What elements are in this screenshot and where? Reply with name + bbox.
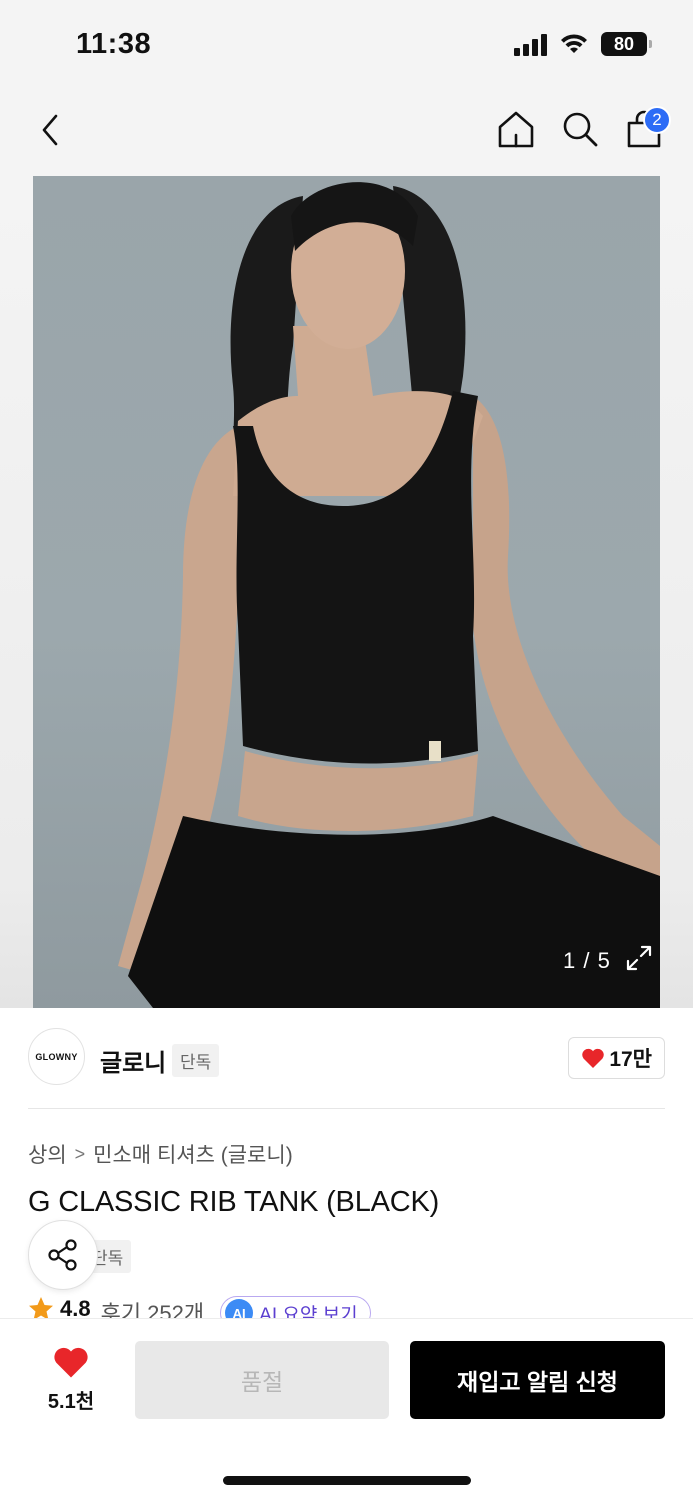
search-icon bbox=[563, 112, 598, 147]
rating-row: 4.8 후기 252개 AI AI 요약 보기 bbox=[28, 1296, 371, 1320]
back-button[interactable] bbox=[28, 108, 72, 152]
battery-icon: 80 bbox=[601, 32, 652, 56]
image-counter: 1 / 5 bbox=[563, 948, 611, 973]
brand-row: GLOWNY 글로니 단독 17만 bbox=[28, 1028, 665, 1088]
search-button[interactable] bbox=[559, 106, 601, 152]
review-count[interactable]: 후기 252개 bbox=[101, 1296, 205, 1320]
brand-like-count: 17만 bbox=[609, 1048, 652, 1071]
brand-logo[interactable]: GLOWNY bbox=[28, 1028, 85, 1085]
expand-icon bbox=[626, 945, 652, 971]
product-image[interactable]: 1 / 5 bbox=[33, 176, 660, 1008]
rating-value: 4.8 bbox=[60, 1296, 91, 1320]
breadcrumb-subcategory[interactable]: 민소매 티셔츠 (글로니) bbox=[93, 1139, 293, 1169]
ai-summary-label: AI 요약 보기 bbox=[259, 1304, 358, 1321]
home-button[interactable] bbox=[495, 106, 537, 152]
ai-summary-button[interactable]: AI AI 요약 보기 bbox=[220, 1296, 371, 1321]
share-icon bbox=[48, 1239, 77, 1271]
home-icon bbox=[498, 111, 534, 148]
expand-image-button[interactable] bbox=[625, 944, 660, 980]
divider bbox=[28, 1108, 665, 1109]
bottom-action-bar: 5.1천 품절 재입고 알림 신청 bbox=[0, 1318, 693, 1500]
chevron-left-icon bbox=[42, 114, 58, 146]
exclusive-tag: 단독 bbox=[172, 1044, 220, 1077]
brand-name[interactable]: 글로니 bbox=[100, 1043, 166, 1078]
model-photo bbox=[118, 182, 660, 1008]
brand-like-button[interactable]: 17만 bbox=[568, 1037, 665, 1079]
cart-button[interactable]: 2 bbox=[623, 106, 671, 152]
wishlist-count: 5.1천 bbox=[47, 1391, 95, 1413]
home-indicator bbox=[223, 1476, 471, 1485]
share-button[interactable] bbox=[28, 1220, 98, 1290]
nav-bar: 2 bbox=[0, 92, 693, 176]
restock-alert-button[interactable]: 재입고 알림 신청 bbox=[410, 1341, 665, 1419]
breadcrumb-category[interactable]: 상의 bbox=[28, 1139, 67, 1169]
wishlist-button[interactable]: 5.1천 bbox=[30, 1345, 112, 1414]
wifi-icon bbox=[561, 34, 587, 53]
cart-count-badge: 2 bbox=[643, 106, 671, 134]
breadcrumb-separator: > bbox=[74, 1143, 86, 1164]
ai-badge-icon: AI bbox=[225, 1299, 254, 1320]
soldout-button: 품절 bbox=[135, 1341, 389, 1419]
status-bar: 11:38 80 bbox=[0, 0, 693, 92]
nav-actions: 2 bbox=[495, 106, 671, 152]
heart-icon bbox=[582, 1048, 605, 1068]
breadcrumb: 상의 > 민소매 티셔츠 (글로니) bbox=[28, 1139, 293, 1169]
product-title: G CLASSIC RIB TANK (BLACK) bbox=[28, 1186, 440, 1218]
signal-icon bbox=[514, 32, 547, 56]
status-icons: 80 bbox=[514, 32, 652, 56]
heart-icon bbox=[54, 1347, 88, 1378]
star-icon bbox=[29, 1297, 53, 1320]
status-time: 11:38 bbox=[76, 28, 152, 60]
